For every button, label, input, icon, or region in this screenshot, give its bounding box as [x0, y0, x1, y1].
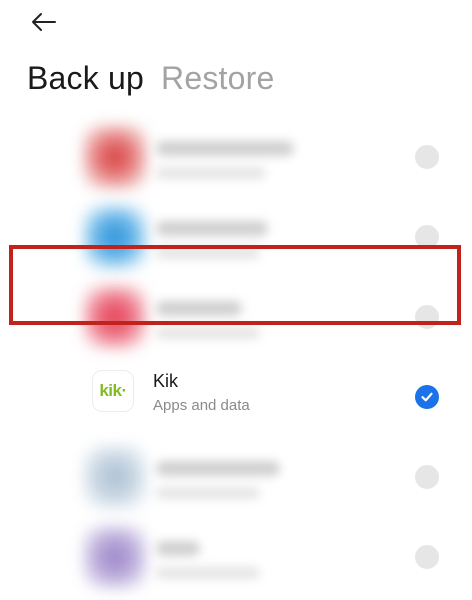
app-name: Kik	[153, 371, 179, 391]
kik-logo: kik·	[99, 381, 127, 400]
back-arrow-icon	[32, 13, 56, 31]
list-item[interactable]	[0, 517, 472, 597]
app-icon	[83, 445, 147, 509]
app-icon	[83, 125, 147, 189]
app-subtitle-placeholder	[156, 567, 260, 579]
tab-back-up[interactable]: Back up	[27, 56, 144, 100]
select-checkbox[interactable]	[415, 545, 439, 569]
select-checkbox[interactable]	[415, 145, 439, 169]
app-subtitle-placeholder	[156, 487, 260, 499]
app-subtitle-placeholder	[156, 167, 266, 179]
checkmark-icon	[421, 392, 433, 402]
back-button[interactable]	[26, 6, 62, 38]
select-checkbox-checked[interactable]	[415, 385, 439, 409]
app-subtitle: Apps and data	[153, 397, 250, 414]
app-name-placeholder	[156, 541, 200, 556]
app-list: kik· Kik Apps and data	[0, 117, 472, 597]
list-item[interactable]	[0, 437, 472, 517]
kik-app-icon: kik·	[92, 370, 134, 412]
app-name-placeholder	[156, 221, 268, 236]
tab-bar: Back up Restore	[27, 56, 274, 100]
tab-restore[interactable]: Restore	[161, 56, 274, 100]
app-name-placeholder	[156, 141, 294, 156]
backup-screen: Back up Restore kik· Kik Apps and data	[0, 0, 472, 600]
app-name-placeholder	[156, 461, 280, 476]
list-item[interactable]	[0, 117, 472, 197]
select-checkbox[interactable]	[415, 465, 439, 489]
highlight-box	[9, 245, 461, 325]
app-icon	[83, 525, 147, 589]
app-subtitle-placeholder	[156, 327, 260, 339]
list-item-kik[interactable]: kik· Kik Apps and data	[0, 357, 472, 437]
